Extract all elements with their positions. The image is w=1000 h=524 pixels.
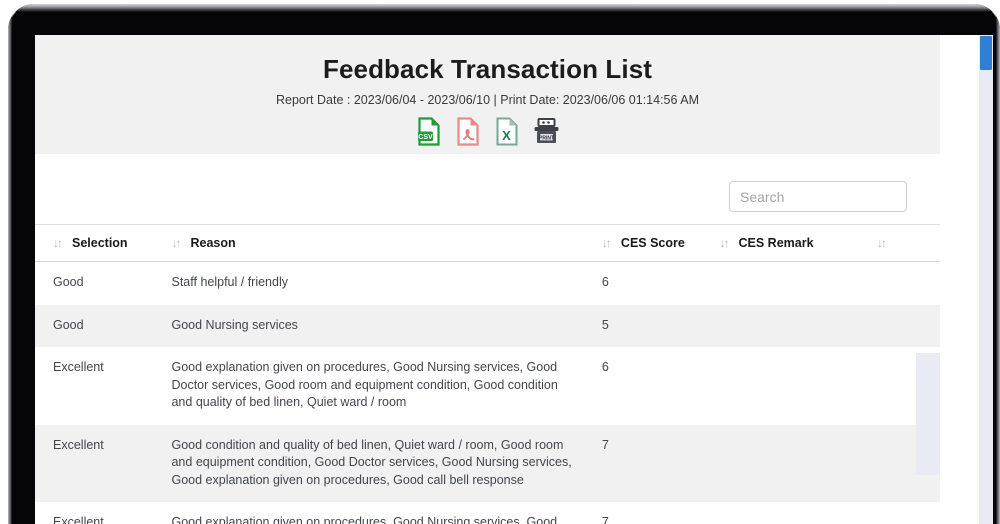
column-label-selection: Selection: [72, 236, 128, 250]
search-input[interactable]: [729, 181, 907, 212]
cell-ces-score: 7: [602, 425, 720, 503]
sort-icon-ces-score[interactable]: ↓↑: [602, 237, 610, 249]
table-row: ExcellentGood explanation given on proce…: [35, 502, 940, 524]
table-row: GoodStaff helpful / friendly6: [35, 262, 940, 305]
cell-reason: Good explanation given on procedures, Go…: [171, 502, 601, 524]
bezel-left-edge: [8, 12, 12, 524]
feedback-transaction-table: ↓↑ Selection ↓↑ Reason ↓: [35, 224, 940, 524]
cell-ces-remark: [720, 305, 877, 348]
export-action-bar: CSV: [35, 116, 940, 147]
cell-spacer: [877, 262, 940, 305]
table-row: GoodGood Nursing services5: [35, 305, 940, 348]
column-header-ces-score[interactable]: ↓↑ CES Score: [602, 225, 720, 262]
cell-ces-remark: [720, 262, 877, 305]
cell-selection: Excellent: [35, 502, 171, 524]
column-label-ces-score: CES Score: [621, 236, 685, 250]
cell-spacer: [877, 305, 940, 348]
column-label-ces-remark: CES Remark: [739, 236, 814, 250]
page-gutter: [955, 35, 979, 524]
sort-icon-selection[interactable]: ↓↑: [53, 237, 61, 249]
cell-reason: Staff helpful / friendly: [171, 262, 601, 305]
column-header-next[interactable]: ↓↑: [877, 225, 940, 262]
cell-ces-remark: [720, 347, 877, 425]
table-scrollbar-thumb[interactable]: [916, 353, 940, 475]
cell-selection: Good: [35, 262, 171, 305]
print-icon[interactable]: PRINT: [532, 116, 561, 147]
column-header-ces-remark[interactable]: ↓↑ CES Remark: [720, 225, 877, 262]
cell-reason: Good Nursing services: [171, 305, 601, 348]
table-row: ExcellentGood condition and quality of b…: [35, 425, 940, 503]
cell-reason: Good explanation given on procedures, Go…: [171, 347, 601, 425]
page-title: Feedback Transaction List: [35, 52, 940, 86]
cell-selection: Good: [35, 305, 171, 348]
cell-ces-score: 7: [602, 502, 720, 524]
svg-text:PRINT: PRINT: [539, 135, 554, 141]
svg-text:X: X: [502, 128, 511, 143]
sort-icon-next-column[interactable]: ↓↑: [877, 237, 885, 249]
cell-reason: Good condition and quality of bed linen,…: [171, 425, 601, 503]
cell-ces-remark: [720, 502, 877, 524]
report-page: Feedback Transaction List Report Date : …: [35, 35, 940, 524]
cell-selection: Excellent: [35, 425, 171, 503]
sort-icon-ces-remark[interactable]: ↓↑: [720, 237, 728, 249]
report-header: Feedback Transaction List Report Date : …: [35, 35, 940, 154]
table-toolbar: [35, 154, 940, 224]
excel-export-icon[interactable]: X: [493, 116, 522, 147]
cell-ces-score: 5: [602, 305, 720, 348]
device-bezel: Feedback Transaction List Report Date : …: [8, 4, 1000, 524]
cell-ces-score: 6: [602, 347, 720, 425]
cell-ces-score: 6: [602, 262, 720, 305]
column-header-selection[interactable]: ↓↑ Selection: [35, 225, 171, 262]
page-scrollbar-thumb[interactable]: [980, 36, 992, 70]
page-scrollbar-track[interactable]: [979, 35, 993, 524]
column-header-reason[interactable]: ↓↑ Reason: [171, 225, 601, 262]
svg-text:CSV: CSV: [418, 134, 433, 141]
column-label-reason: Reason: [190, 236, 235, 250]
cell-selection: Excellent: [35, 347, 171, 425]
bezel-top-highlight: [8, 4, 1000, 12]
pdf-export-icon[interactable]: [454, 116, 483, 147]
bezel-right-edge: [996, 12, 1000, 524]
table-row: ExcellentGood explanation given on proce…: [35, 347, 940, 425]
sort-icon-reason[interactable]: ↓↑: [171, 237, 179, 249]
report-date-range: Report Date : 2023/06/04 - 2023/06/10 | …: [35, 92, 940, 109]
cell-ces-remark: [720, 425, 877, 503]
table-header-row: ↓↑ Selection ↓↑ Reason ↓: [35, 225, 940, 262]
table-header: ↓↑ Selection ↓↑ Reason ↓: [35, 225, 940, 262]
table-body: GoodStaff helpful / friendly6GoodGood Nu…: [35, 262, 940, 524]
csv-export-icon[interactable]: CSV: [415, 116, 444, 147]
cell-spacer: [877, 502, 940, 524]
screen: Feedback Transaction List Report Date : …: [35, 35, 993, 524]
